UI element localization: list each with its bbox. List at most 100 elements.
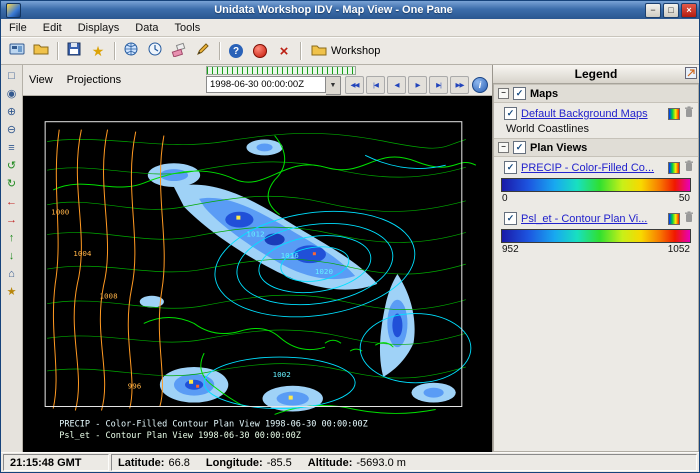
maximize-icon[interactable]: □ (663, 3, 679, 18)
rotate-right-icon[interactable]: ↻ (3, 176, 20, 192)
remove-display-icon[interactable] (684, 211, 694, 226)
longitude-label: Longitude: (206, 457, 263, 469)
workshop-button[interactable]: Workshop (311, 42, 380, 61)
psl-display-link[interactable]: Psl_et - Contour Plan Vi... (521, 213, 664, 225)
psl-checkbox[interactable]: ✓ (504, 212, 517, 225)
map-panel: View Projections 1998-06-30 00:00:00Z ▼ … (23, 65, 492, 452)
save-bundle-button[interactable] (63, 40, 85, 62)
chevron-down-icon[interactable]: ▼ (326, 76, 341, 95)
cursor-readout: Latitude: 66.8 Longitude: -85.5 Altitude… (111, 454, 697, 471)
pan-right-icon[interactable]: → (3, 212, 20, 228)
zoom-in-icon[interactable]: ⊕ (3, 104, 20, 120)
clock-button[interactable] (144, 40, 166, 62)
title-bar[interactable]: Unidata Workshop IDV - Map View - One Pa… (1, 1, 699, 19)
legend-panel: Legend − ✓ Maps ✓ Default Background Map… (492, 65, 699, 452)
animation-widget: 1998-06-30 00:00:00Z ▼ ◀◀ |◀ ◀ ▶ ▶| ▶▶ i (206, 66, 488, 95)
precip-display-link[interactable]: PRECIP - Color-Filled Co... (521, 162, 664, 174)
color-palette-icon[interactable] (668, 213, 680, 225)
precip-colorbar[interactable] (501, 178, 691, 192)
dashboard-button[interactable] (6, 40, 28, 62)
capture-button[interactable] (249, 40, 271, 62)
go-to-start-button[interactable]: |◀ (366, 76, 385, 94)
menu-file[interactable]: File (1, 21, 35, 35)
float-legend-icon[interactable] (685, 67, 697, 82)
menu-view[interactable]: View (29, 74, 53, 86)
globe-button[interactable] (120, 40, 142, 62)
favorites-button[interactable]: ★ (87, 40, 109, 62)
home-view-icon[interactable]: ⌂ (3, 266, 20, 282)
menu-projections[interactable]: Projections (67, 74, 121, 86)
psl-range-min: 952 (502, 244, 519, 255)
plan-views-visibility-checkbox[interactable]: ✓ (513, 141, 526, 154)
psl-annotation: Psl_et - Contour Plan View 1998-06-30 00… (59, 430, 301, 440)
edit-button[interactable] (192, 40, 214, 62)
pan-down-icon[interactable]: ↓ (3, 248, 20, 264)
eraser-icon (171, 41, 187, 62)
legend-header: Legend (493, 65, 699, 84)
zoom-out-icon[interactable]: ⊖ (3, 122, 20, 138)
bookmark-icon[interactable]: ★ (3, 284, 20, 300)
legend-title: Legend (575, 67, 618, 81)
pan-left-icon[interactable]: ← (3, 194, 20, 210)
toolbar-separator (114, 42, 115, 60)
close-icon[interactable]: × (681, 3, 697, 18)
minimize-icon[interactable]: − (645, 3, 661, 18)
psl-colorbar[interactable] (501, 229, 691, 243)
remove-display-icon[interactable] (684, 106, 694, 121)
clock-readout: 21:15:48 GMT (3, 454, 109, 471)
color-palette-icon[interactable] (668, 162, 680, 174)
workshop-label: Workshop (331, 45, 380, 57)
default-maps-checkbox[interactable]: ✓ (504, 107, 517, 120)
menu-data[interactable]: Data (127, 21, 166, 35)
go-to-end-button[interactable]: ▶| (429, 76, 448, 94)
globe-icon (123, 41, 139, 62)
map-view[interactable]: 1004 1008 1000 996 1012 1016 1020 1002 P… (23, 96, 492, 452)
precip-checkbox[interactable]: ✓ (504, 161, 517, 174)
app-window: Unidata Workshop IDV - Map View - One Pa… (0, 0, 700, 473)
latitude-label: Latitude: (118, 457, 164, 469)
favorites-star-icon: ★ (92, 43, 105, 60)
precip-range-min: 0 (502, 193, 508, 204)
latitude-value: 66.8 (168, 457, 189, 469)
svg-text:1002: 1002 (273, 370, 291, 379)
maps-visibility-checkbox[interactable]: ✓ (513, 87, 526, 100)
open-bundle-button[interactable] (30, 40, 52, 62)
open-folder-icon (33, 41, 49, 62)
view-toolbar: □ ◉ ⊕ ⊖ ≡ ↺ ↻ ← → ↑ ↓ ⌂ ★ (1, 65, 23, 452)
remove-display-icon[interactable] (684, 160, 694, 175)
default-background-maps-link[interactable]: Default Background Maps (521, 108, 664, 120)
pan-up-icon[interactable]: ↑ (3, 230, 20, 246)
remove-displays-button[interactable]: × (273, 40, 295, 62)
animation-properties-icon[interactable]: i (472, 77, 488, 93)
map-graphic: 1004 1008 1000 996 1012 1016 1020 1002 P… (23, 96, 492, 452)
legend-section-plan-views: − ✓ Plan Views (494, 138, 698, 157)
legend-body: − ✓ Maps ✓ Default Background Maps World… (493, 84, 699, 452)
erase-button[interactable] (168, 40, 190, 62)
psl-range-max: 1052 (668, 244, 690, 255)
rotate-left-icon[interactable]: ↺ (3, 158, 20, 174)
collapse-icon[interactable]: − (498, 142, 509, 153)
play-button[interactable]: ▶ (408, 76, 427, 94)
focus-icon[interactable]: ◉ (3, 86, 20, 102)
step-forward-fast-button[interactable]: ▶▶ (450, 76, 469, 94)
svg-text:1016: 1016 (281, 251, 300, 260)
menu-bar: File Edit Displays Data Tools (1, 19, 699, 37)
layers-icon[interactable]: ≡ (3, 140, 20, 156)
help-button[interactable]: ? (225, 40, 247, 62)
time-combobox[interactable]: 1998-06-30 00:00:00Z ▼ (206, 76, 341, 95)
time-ticks-strip[interactable] (206, 66, 356, 75)
menu-displays[interactable]: Displays (70, 21, 128, 35)
svg-text:1004: 1004 (73, 249, 92, 258)
collapse-icon[interactable]: − (498, 88, 509, 99)
step-back-button[interactable]: ◀ (387, 76, 406, 94)
menu-edit[interactable]: Edit (35, 21, 70, 35)
toolbar-separator (300, 42, 301, 60)
color-palette-icon[interactable] (668, 108, 680, 120)
select-icon[interactable]: □ (3, 68, 20, 84)
menu-tools[interactable]: Tools (167, 21, 209, 35)
record-icon (253, 44, 267, 58)
time-value[interactable]: 1998-06-30 00:00:00Z (206, 76, 326, 93)
precip-annotation: PRECIP - Color-Filled Contour Plan View … (59, 418, 368, 428)
step-back-fast-button[interactable]: ◀◀ (345, 76, 364, 94)
red-x-icon: × (280, 43, 289, 60)
